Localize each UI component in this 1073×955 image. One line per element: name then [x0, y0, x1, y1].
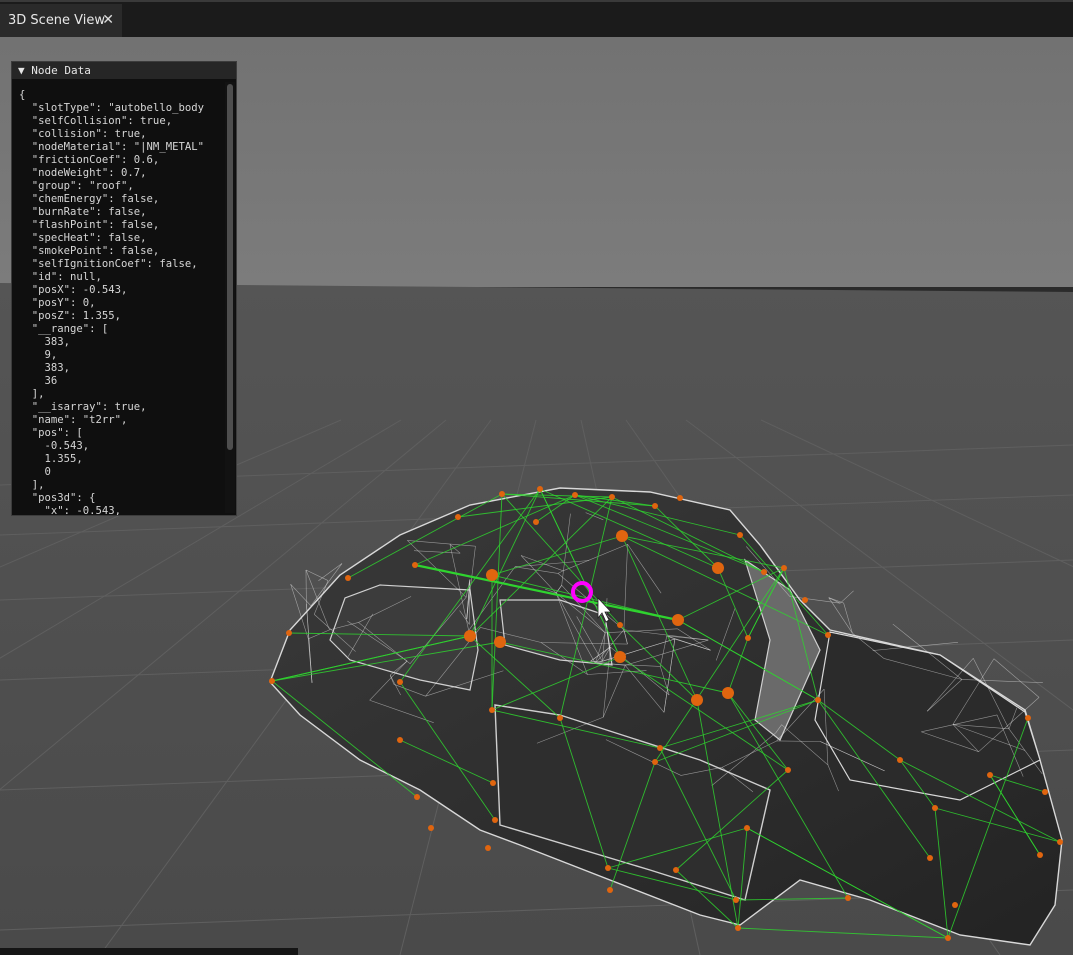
node-point[interactable] [286, 630, 292, 636]
node-point[interactable] [845, 895, 851, 901]
node-point[interactable] [825, 632, 831, 638]
node-point[interactable] [802, 597, 808, 603]
node-point[interactable] [499, 491, 505, 497]
node-point[interactable] [617, 622, 623, 628]
node-point[interactable] [737, 532, 743, 538]
node-point[interactable] [485, 845, 491, 851]
node-point[interactable] [1037, 852, 1043, 858]
panel-scrollbar[interactable] [225, 82, 235, 513]
node-point[interactable] [269, 678, 275, 684]
node-point[interactable] [494, 636, 506, 648]
node-point[interactable] [733, 897, 739, 903]
node-point[interactable] [927, 855, 933, 861]
node-point[interactable] [691, 694, 703, 706]
node-point[interactable] [781, 565, 787, 571]
node-point[interactable] [1042, 789, 1048, 795]
node-point[interactable] [932, 805, 938, 811]
close-icon[interactable]: ✕ [102, 4, 114, 37]
node-point[interactable] [412, 562, 418, 568]
bottom-status-strip [0, 948, 298, 955]
node-point[interactable] [672, 614, 684, 626]
node-point[interactable] [397, 679, 403, 685]
node-point[interactable] [735, 925, 741, 931]
node-point[interactable] [609, 494, 615, 500]
tab-label: 3D Scene View [8, 13, 106, 28]
node-point[interactable] [745, 635, 751, 641]
node-point[interactable] [652, 759, 658, 765]
node-point[interactable] [572, 492, 578, 498]
node-point[interactable] [490, 780, 496, 786]
node-data-body: { "slotType": "autobello_body "selfColli… [12, 80, 224, 515]
node-point[interactable] [945, 935, 951, 941]
node-data-header[interactable]: ▼ Node Data [12, 62, 236, 79]
node-point[interactable] [345, 575, 351, 581]
node-data-json: { "slotType": "autobello_body "selfColli… [19, 89, 204, 515]
node-data-panel: ▼ Node Data { "slotType": "autobello_bod… [11, 61, 237, 516]
node-point[interactable] [492, 817, 498, 823]
tab-3d-scene-view[interactable]: 3D Scene View ✕ [0, 4, 122, 37]
node-point[interactable] [952, 902, 958, 908]
node-point[interactable] [744, 825, 750, 831]
node-point[interactable] [722, 687, 734, 699]
node-point[interactable] [414, 794, 420, 800]
node-point[interactable] [987, 772, 993, 778]
node-point[interactable] [657, 745, 663, 751]
node-point[interactable] [677, 495, 683, 501]
node-point[interactable] [614, 651, 626, 663]
node-point[interactable] [455, 514, 461, 520]
node-point[interactable] [486, 569, 498, 581]
node-point[interactable] [1025, 715, 1031, 721]
node-point[interactable] [673, 867, 679, 873]
node-point[interactable] [605, 865, 611, 871]
node-point[interactable] [607, 887, 613, 893]
tab-bar: 3D Scene View ✕ [0, 0, 1073, 37]
node-point[interactable] [815, 697, 821, 703]
node-point[interactable] [616, 530, 628, 542]
node-point[interactable] [428, 825, 434, 831]
node-point[interactable] [533, 519, 539, 525]
node-point[interactable] [785, 767, 791, 773]
node-point[interactable] [464, 630, 476, 642]
node-point[interactable] [557, 715, 563, 721]
node-point[interactable] [652, 503, 658, 509]
scrollbar-thumb[interactable] [227, 84, 233, 450]
node-point[interactable] [397, 737, 403, 743]
node-point[interactable] [712, 562, 724, 574]
node-point[interactable] [1057, 839, 1063, 845]
node-point[interactable] [897, 757, 903, 763]
node-point[interactable] [537, 486, 543, 492]
node-point[interactable] [489, 707, 495, 713]
node-point[interactable] [761, 569, 767, 575]
